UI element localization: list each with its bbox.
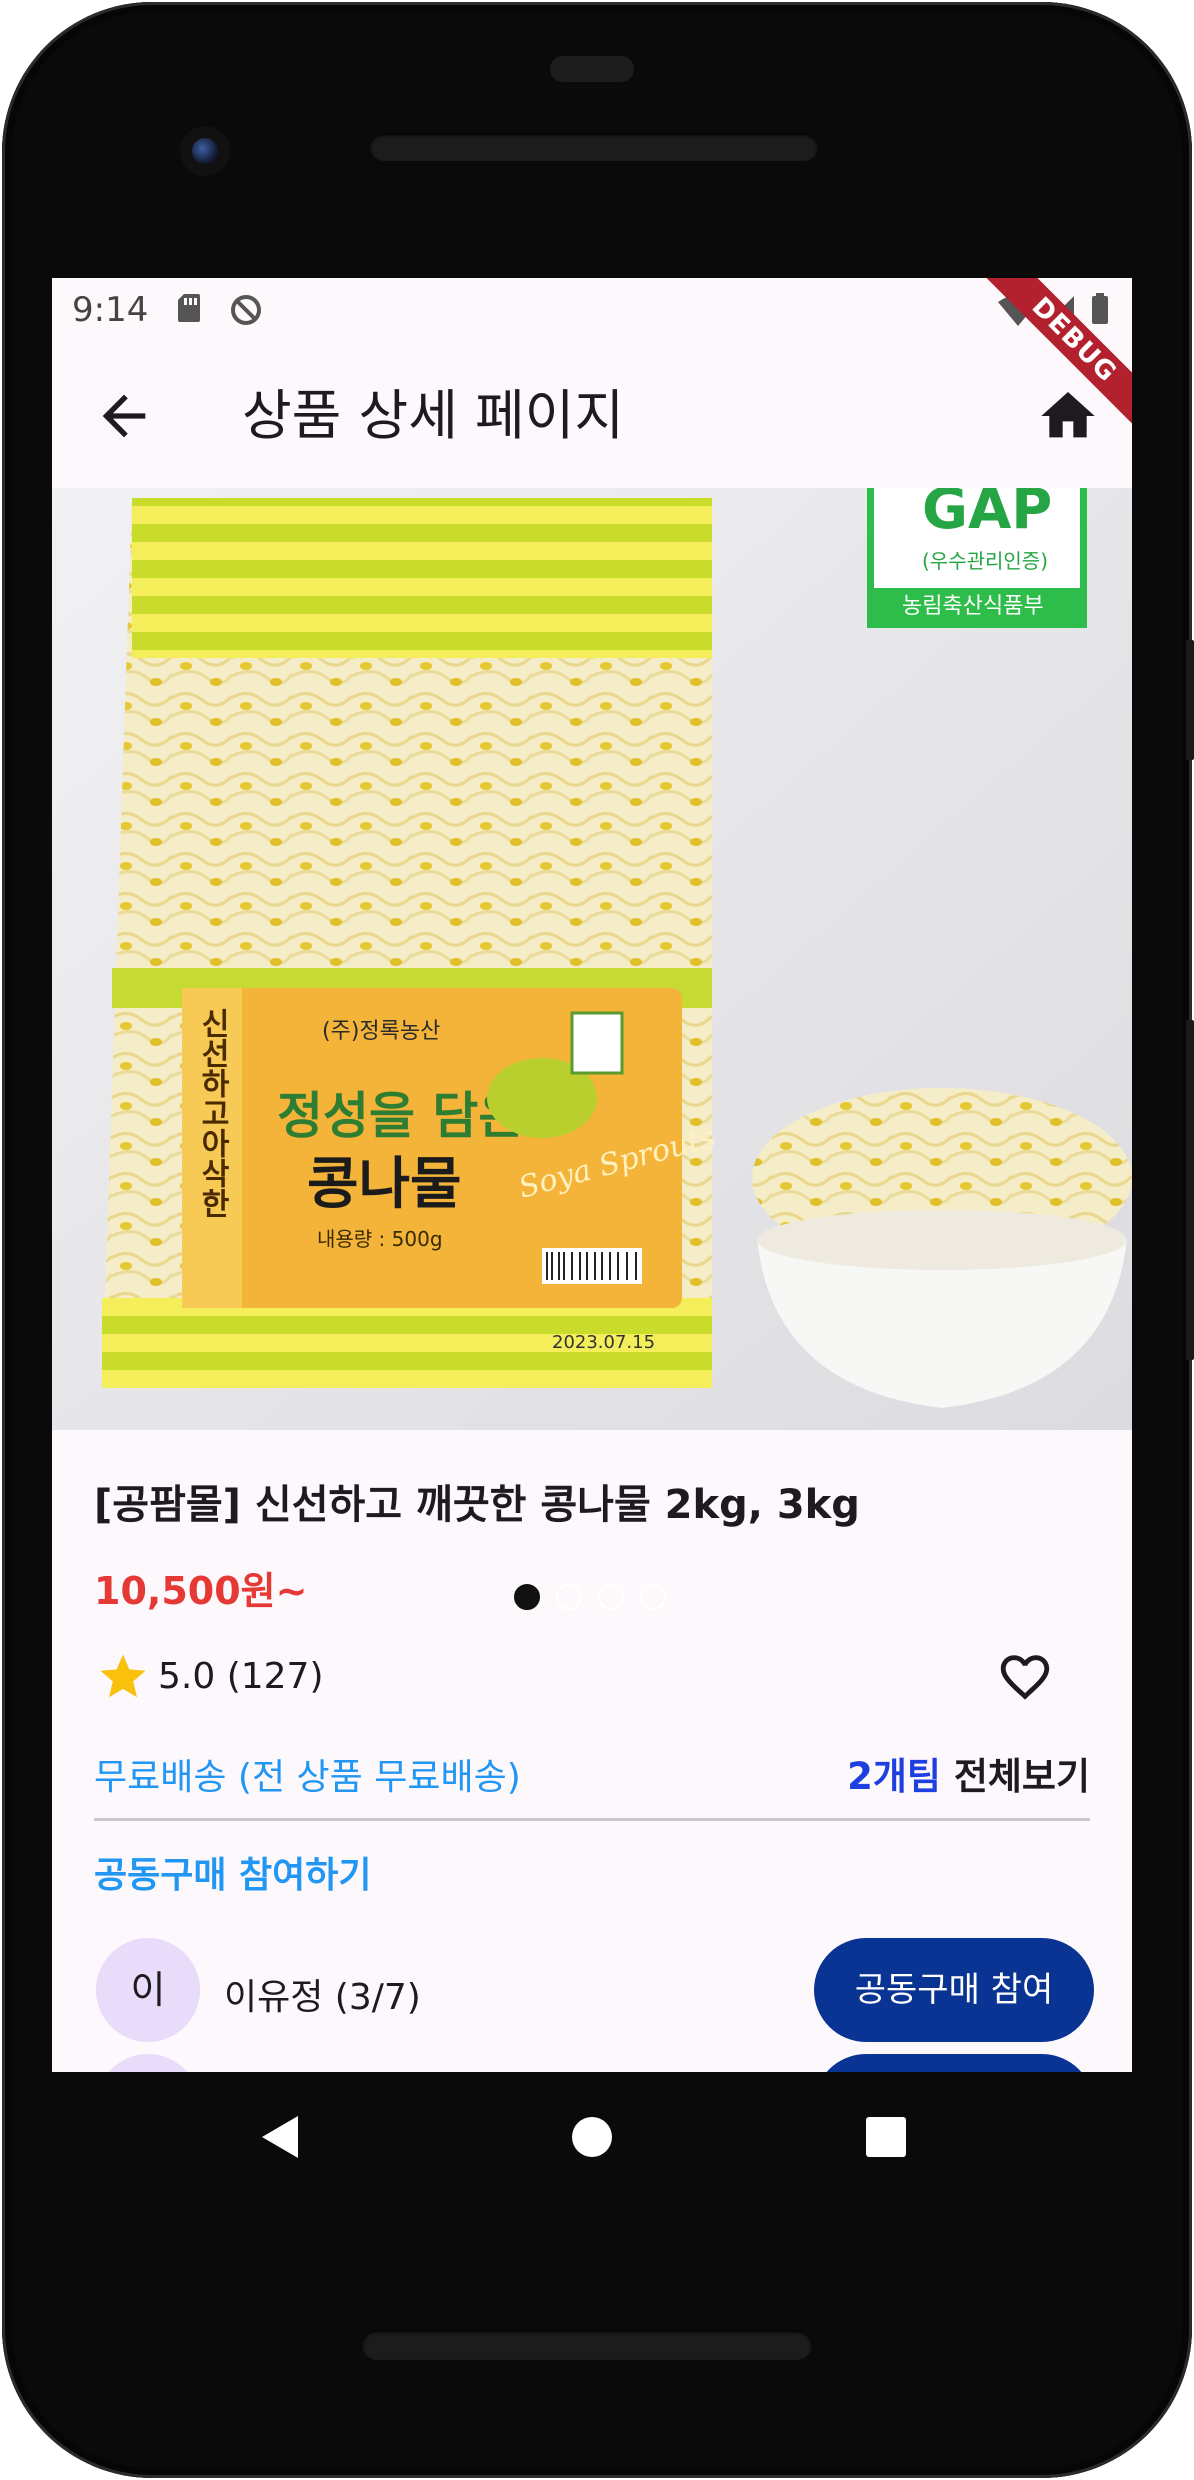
- label-vertical-text: 신선하고아삭한: [195, 1008, 230, 1218]
- nav-recents-icon[interactable]: [866, 2117, 906, 2157]
- gap-badge-ministry: 농림축산식품부: [902, 594, 1044, 619]
- shipping-info: 무료배송 (전 상품 무료배송): [94, 1757, 521, 1798]
- product-price: 10,500원~: [94, 1569, 308, 1613]
- nav-back-icon[interactable]: [262, 2116, 298, 2158]
- carousel-indicator: [514, 1584, 670, 1614]
- group-buy-section-title: 공동구매 참여하기: [94, 1855, 372, 1896]
- data-saver-icon: [231, 295, 261, 325]
- bottom-speaker: [362, 2330, 812, 2360]
- page-title: 상품 상세 페이지: [242, 384, 625, 447]
- product-name: [공팜몰] 신선하고 깨끗한 콩나물 2kg, 3kg: [94, 1482, 860, 1528]
- join-group-buy-button[interactable]: 공동구매 참여: [814, 1938, 1094, 2042]
- side-button: [1186, 640, 1194, 760]
- nav-home-icon[interactable]: [572, 2117, 612, 2157]
- label-title-line2: 콩나물: [307, 1152, 462, 1217]
- carousel-dot[interactable]: [640, 1584, 666, 1610]
- avatar: 이: [96, 1938, 200, 2042]
- app-screen: 9:14 DEBUG 상품 상세 페이지 신선하고아삭한 (주)정록농산 정성을…: [52, 278, 1132, 2072]
- app-bar: 상품 상세 페이지: [52, 342, 1132, 488]
- home-icon[interactable]: [1036, 384, 1100, 448]
- teams-view-all-link[interactable]: 2개팀 전체보기: [847, 1746, 1090, 1800]
- top-notch: [550, 56, 634, 82]
- carousel-dot[interactable]: [598, 1584, 624, 1610]
- carousel-dot-active[interactable]: [514, 1584, 540, 1610]
- member-name: 이유정 (3/7): [224, 1977, 421, 2018]
- teams-count: 2개팀: [847, 1755, 941, 1798]
- arrow-back-icon[interactable]: [92, 384, 156, 448]
- volume-button: [1186, 1020, 1194, 1360]
- gap-badge-sub: (우수관리인증): [922, 549, 1048, 573]
- join-group-buy-button[interactable]: [814, 2054, 1094, 2072]
- label-weight: 내용량 : 500g: [317, 1227, 443, 1251]
- carousel-dot[interactable]: [556, 1584, 582, 1610]
- gap-badge-text: GAP: [922, 488, 1052, 542]
- label-date: 2023.07.15: [552, 1332, 655, 1353]
- sd-card-icon: [178, 294, 200, 322]
- label-company: (주)정록농산: [322, 1019, 440, 1044]
- status-time: 9:14: [72, 290, 149, 330]
- earpiece-speaker: [370, 133, 818, 161]
- system-nav-bar: [262, 2116, 906, 2158]
- divider: [94, 1818, 1090, 1821]
- front-camera: [180, 126, 230, 176]
- heart-icon[interactable]: [996, 1648, 1054, 1706]
- rating-text: 5.0 (127): [158, 1656, 324, 1697]
- product-photo: 신선하고아삭한 (주)정록농산 정성을 담은 콩나물 내용량 : 500g So…: [52, 477, 1132, 1430]
- product-image[interactable]: 신선하고아삭한 (주)정록농산 정성을 담은 콩나물 내용량 : 500g So…: [52, 477, 1132, 1610]
- status-bar: 9:14 DEBUG: [52, 278, 1132, 445]
- star-icon: [100, 1654, 146, 1698]
- view-all-label: 전체보기: [953, 1755, 1090, 1798]
- avatar: [96, 2054, 200, 2072]
